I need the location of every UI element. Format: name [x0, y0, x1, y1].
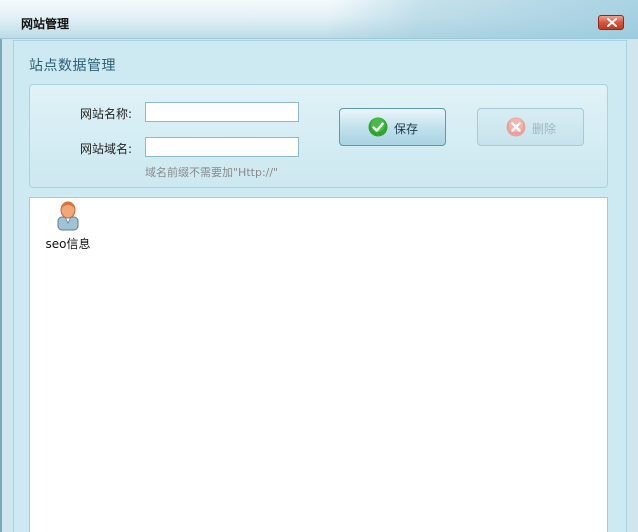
site-domain-label: 网站域名:: [80, 142, 133, 156]
save-button[interactable]: 保存: [339, 108, 446, 146]
save-button-label: 保存: [394, 122, 419, 136]
close-icon: [607, 18, 617, 27]
site-list-area: [29, 197, 608, 532]
check-icon: [368, 117, 388, 137]
site-domain-input[interactable]: [145, 137, 299, 157]
section-heading: 站点数据管理: [29, 58, 116, 74]
delete-button[interactable]: 删除: [477, 108, 584, 146]
window-left-edge: [0, 38, 2, 532]
title-bar-sheen: [330, 0, 638, 38]
window-title: 网站管理: [21, 17, 70, 31]
person-icon: [57, 201, 79, 231]
close-button[interactable]: [598, 15, 624, 30]
site-name-label: 网站名称:: [80, 107, 133, 121]
title-bar: [0, 0, 638, 39]
domain-hint: 域名前缀不需要加"Http://": [145, 166, 279, 179]
delete-x-icon: [506, 117, 526, 137]
list-item-label: seo信息: [45, 237, 91, 251]
list-item-seo[interactable]: seo信息: [44, 201, 92, 253]
site-name-input[interactable]: [145, 102, 299, 122]
delete-button-label: 删除: [532, 122, 557, 136]
